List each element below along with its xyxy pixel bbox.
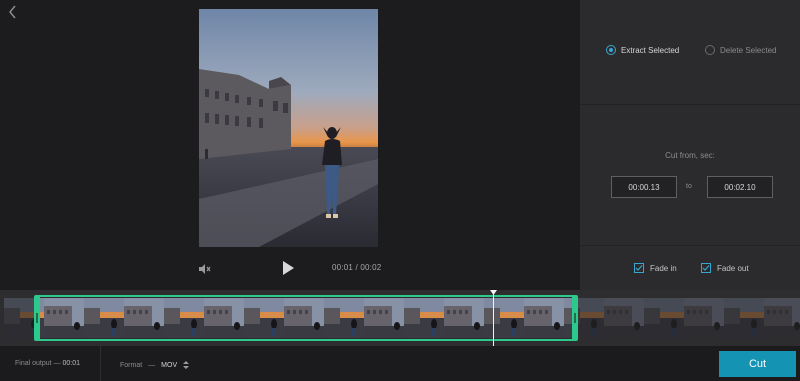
panel-divider: [580, 245, 800, 246]
cut-from-label: Cut from, sec:: [665, 151, 715, 160]
to-label: to: [686, 183, 692, 190]
current-time: 00:01: [332, 263, 354, 272]
panel-divider: [580, 104, 800, 105]
final-output-dash: —: [53, 360, 61, 367]
sort-arrows-icon: [183, 361, 190, 369]
total-time: 00:02: [360, 263, 382, 272]
check-icon: [701, 263, 711, 273]
unselected-region-right: [578, 298, 800, 338]
fade-in-checkbox[interactable]: Fade in: [634, 263, 677, 273]
back-chevron-icon[interactable]: [6, 4, 20, 20]
video-frame[interactable]: [199, 9, 378, 247]
fade-out-checkbox[interactable]: Fade out: [701, 263, 749, 273]
playhead-knob[interactable]: [490, 290, 497, 295]
video-still-image: [199, 9, 378, 247]
unselected-region-left: [4, 298, 34, 338]
fade-out-label: Fade out: [717, 263, 749, 273]
extract-selected-label: Extract Selected: [621, 45, 680, 55]
format-dash: —: [148, 361, 156, 369]
end-handle[interactable]: [574, 313, 576, 323]
timecode-separator: /: [355, 263, 358, 272]
format-value: MOV: [161, 361, 178, 369]
play-icon[interactable]: [281, 260, 295, 276]
final-output-readout: Final output — 00:01: [15, 360, 80, 367]
delete-selected-label: Delete Selected: [720, 45, 777, 55]
check-icon: [634, 263, 644, 273]
format-select[interactable]: Format — MOV: [120, 360, 190, 370]
extract-selected-radio[interactable]: Extract Selected: [606, 45, 679, 55]
cut-settings-panel: Extract Selected Delete Selected Cut fro…: [580, 0, 800, 290]
video-preview-area: 00:01 / 00:02: [0, 0, 580, 290]
timeline[interactable]: [0, 290, 800, 346]
timecode-readout: 00:01 / 00:02: [332, 263, 381, 272]
fade-in-label: Fade in: [650, 263, 677, 273]
mute-icon[interactable]: [197, 262, 211, 276]
format-label: Format: [120, 361, 143, 369]
radio-unselected-icon: [705, 45, 715, 55]
bottom-bar: Final output — 00:01 Format — MOV Cut: [0, 346, 800, 381]
radio-selected-icon: [606, 45, 616, 55]
final-output-value: 00:01: [62, 360, 81, 367]
final-output-label: Final output: [15, 360, 52, 367]
delete-selected-radio[interactable]: Delete Selected: [705, 45, 776, 55]
selection-range[interactable]: [34, 295, 578, 341]
playhead[interactable]: [493, 290, 494, 346]
start-time-input[interactable]: 00:00.13: [611, 176, 677, 198]
bottom-divider: [100, 346, 101, 381]
end-time-input[interactable]: 00:02.10: [707, 176, 773, 198]
cut-button[interactable]: Cut: [719, 351, 796, 377]
start-handle[interactable]: [36, 313, 38, 323]
